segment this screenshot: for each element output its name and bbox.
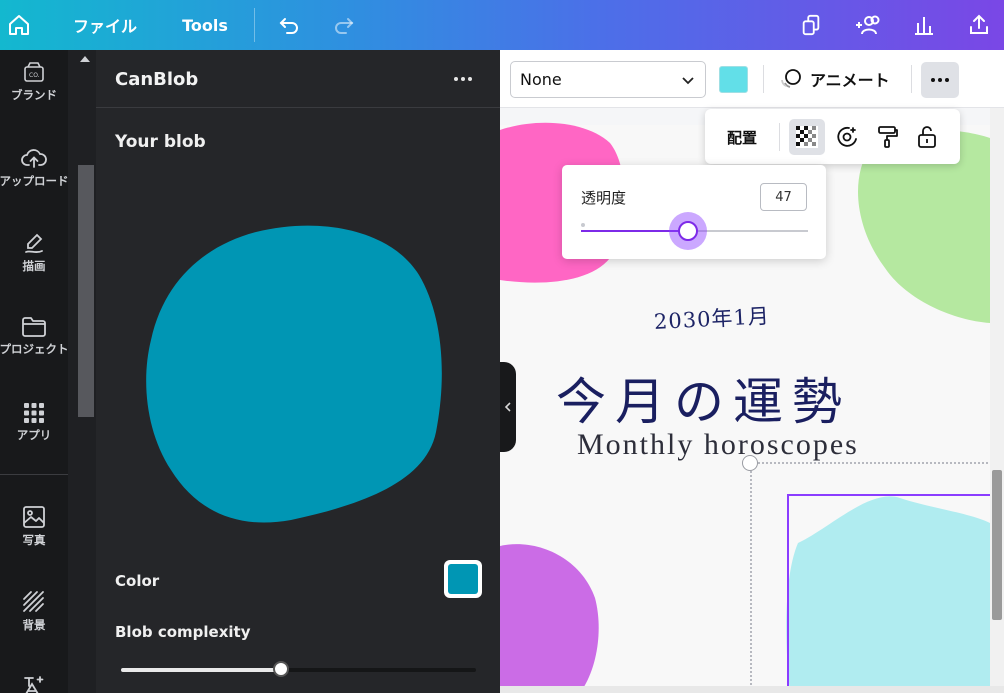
background-icon	[23, 591, 44, 612]
blob-preview	[146, 225, 442, 523]
transparency-slider-thumb[interactable]	[677, 221, 698, 241]
bar-chart-icon	[915, 17, 933, 35]
copy-pages-icon	[802, 14, 820, 36]
arrange-menu: 配置	[705, 109, 960, 164]
left-sidebar: CO. ブランド アップロード 描画 プロジェクト アプリ 写真 背景	[0, 50, 68, 693]
sidebar-item-label: 描画	[22, 259, 46, 273]
sidebar-item-text-effects[interactable]	[0, 674, 68, 693]
chevron-down-icon	[682, 77, 694, 85]
insights-button[interactable]	[909, 0, 939, 50]
animate-label: アニメート	[810, 71, 890, 90]
sidebar-item-label: アプリ	[16, 428, 52, 442]
redo-icon	[335, 18, 354, 34]
share-button[interactable]	[964, 0, 994, 50]
more-options-button[interactable]	[921, 62, 959, 98]
file-menu[interactable]: ファイル	[70, 0, 140, 50]
panel-header: CanBlob	[96, 50, 500, 108]
top-bar: ファイル Tools	[0, 0, 1004, 50]
undo-icon	[279, 18, 298, 34]
tools-menu[interactable]: Tools	[180, 0, 230, 50]
redo-button[interactable]	[329, 0, 359, 50]
selected-element-frame[interactable]	[787, 494, 997, 693]
title-text[interactable]: 今月の運勢	[556, 362, 851, 434]
sidebar-item-projects[interactable]: プロジェクト	[0, 316, 68, 357]
context-toolbar: None アニメート	[500, 50, 1004, 108]
toolbar-divider	[911, 65, 912, 93]
chevron-left-icon	[504, 402, 511, 412]
scroll-up-icon[interactable]	[80, 56, 90, 62]
text-sparkle-icon	[24, 676, 44, 693]
collapse-panel-button[interactable]	[500, 362, 516, 452]
animate-style-button[interactable]	[829, 119, 865, 155]
copy-style-button[interactable]	[869, 119, 905, 155]
paint-roller-icon	[878, 126, 898, 148]
font-select-value: None	[520, 70, 562, 89]
topbar-divider	[254, 8, 255, 42]
arrange-button[interactable]: 配置	[727, 127, 757, 148]
sidebar-item-brand[interactable]: CO. ブランド	[0, 62, 68, 103]
copy-button[interactable]	[796, 0, 826, 50]
element-color-button[interactable]	[719, 66, 748, 93]
complexity-label: Blob complexity	[115, 623, 251, 641]
more-dots-icon	[454, 77, 458, 81]
upload-icon	[21, 149, 47, 168]
complexity-slider-fill	[121, 668, 281, 672]
lock-button[interactable]	[909, 119, 945, 155]
photo-icon	[23, 506, 45, 528]
canblob-panel: CanBlob Your blob Color Blob complexity	[96, 50, 500, 693]
apps-grid-icon	[24, 403, 44, 423]
purple-blob[interactable]	[500, 544, 599, 693]
folder-icon	[22, 317, 46, 337]
sidebar-item-background[interactable]: 背景	[0, 590, 68, 633]
section-title: Your blob	[115, 132, 206, 152]
complexity-slider-thumb[interactable]	[272, 661, 289, 677]
slider-min-dot	[581, 223, 585, 227]
transparency-checker-icon	[796, 126, 818, 148]
home-icon	[9, 15, 29, 35]
sidebar-item-label: アップロード	[0, 174, 68, 188]
panel-title: CanBlob	[115, 69, 199, 90]
sidebar-item-label: プロジェクト	[0, 342, 68, 356]
canvas-hscroll[interactable]	[500, 686, 1004, 693]
brand-icon: CO.	[24, 62, 44, 82]
panel-more-button[interactable]	[448, 66, 478, 92]
sidebar-scrollbar[interactable]	[78, 165, 94, 417]
home-button[interactable]	[4, 0, 34, 50]
sidebar-divider	[0, 474, 68, 475]
rotate-handle[interactable]	[742, 455, 758, 471]
undo-button[interactable]	[274, 0, 304, 50]
animate-icon	[781, 69, 801, 88]
lock-icon	[918, 126, 936, 148]
more-dots-icon	[931, 78, 935, 82]
subtitle-text[interactable]: Monthly horoscopes	[577, 428, 859, 462]
color-label: Color	[115, 572, 160, 590]
animation-style-icon	[837, 126, 857, 147]
svg-text:CO.: CO.	[29, 72, 40, 79]
sidebar-item-draw[interactable]: 描画	[0, 231, 68, 274]
canvas-scrollbar[interactable]	[992, 470, 1002, 620]
transparency-label: 透明度	[581, 189, 627, 207]
blob-color-swatch[interactable]	[444, 560, 482, 598]
sidebar-item-photos[interactable]: 写真	[0, 505, 68, 548]
sidebar-item-label: ブランド	[11, 88, 57, 102]
transparency-value-input[interactable]: 47	[760, 183, 807, 211]
complexity-slider-track[interactable]	[121, 668, 476, 672]
draw-icon	[25, 233, 43, 254]
menu-divider	[779, 123, 780, 151]
font-select[interactable]: None	[510, 61, 706, 98]
sidebar-item-upload[interactable]: アップロード	[0, 146, 68, 189]
share-people-button[interactable]	[850, 0, 886, 50]
sidebar-item-label: 背景	[22, 618, 46, 632]
toolbar-divider	[763, 65, 764, 93]
transparency-button[interactable]	[789, 119, 825, 155]
animate-button[interactable]: アニメート	[778, 62, 890, 96]
add-people-icon	[856, 15, 880, 35]
upload-share-icon	[970, 14, 988, 34]
sidebar-item-apps[interactable]: アプリ	[0, 402, 68, 443]
date-text[interactable]: 2030年1月	[653, 300, 770, 336]
sidebar-item-label: 写真	[22, 533, 46, 547]
transparency-popover: 透明度 47	[562, 165, 826, 259]
